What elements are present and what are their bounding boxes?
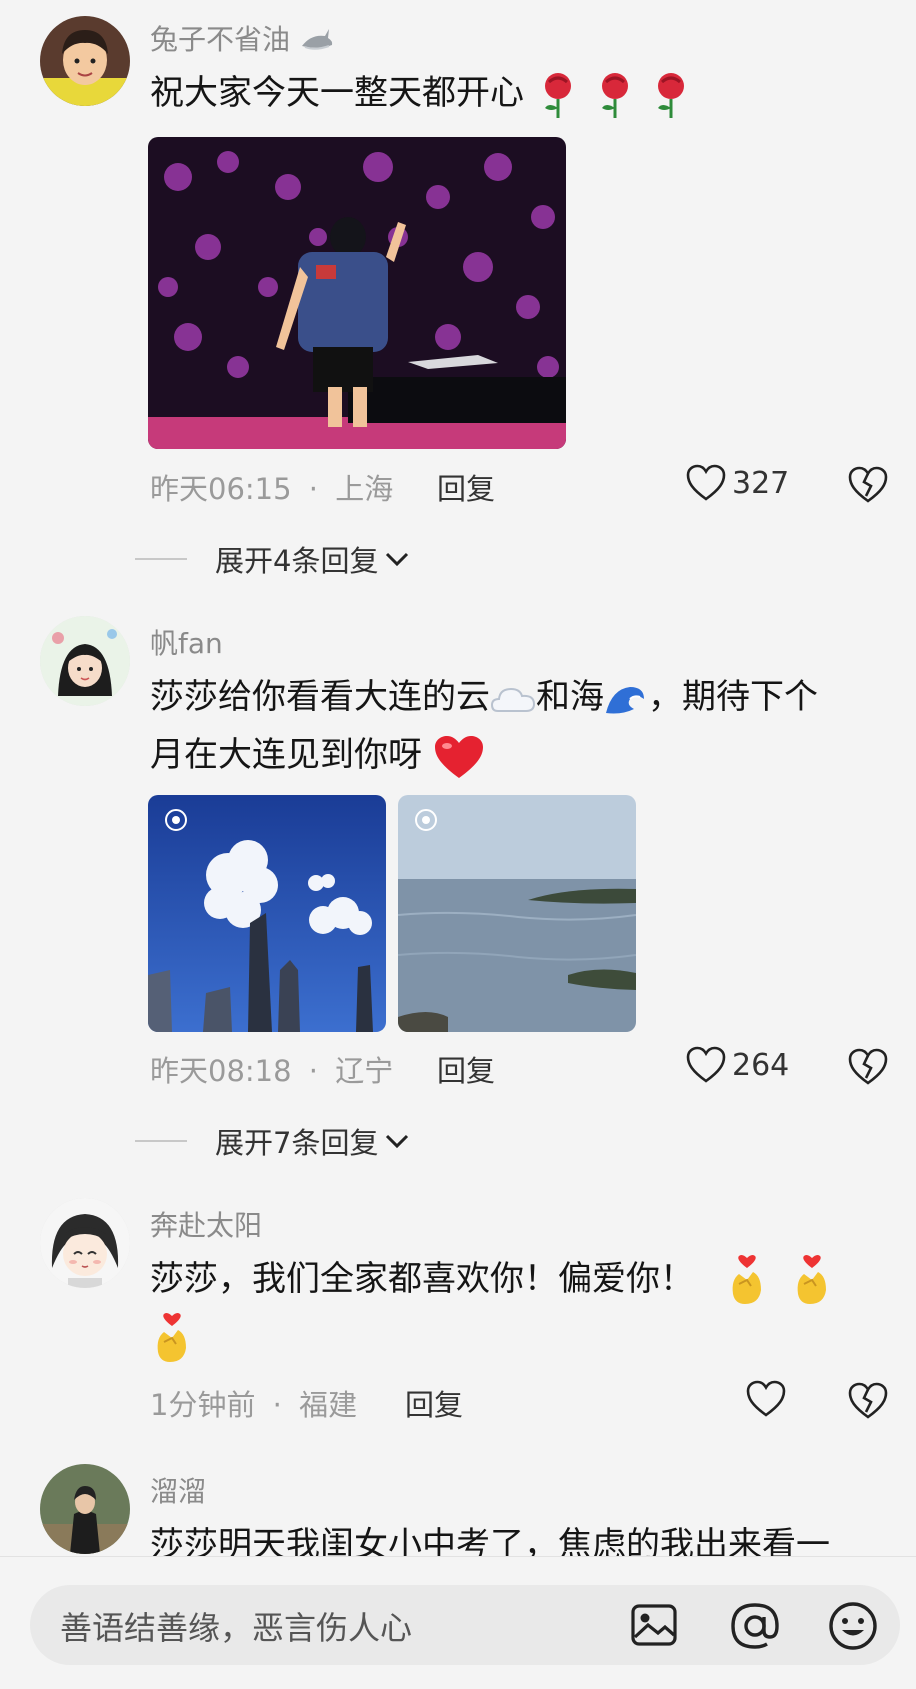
- finger-heart-icon: [732, 1254, 761, 1304]
- avatar[interactable]: [40, 16, 130, 106]
- comment-meta: 1分钟前 · 福建: [150, 1388, 358, 1422]
- heart-icon: [746, 1380, 786, 1417]
- like-button[interactable]: [746, 1380, 786, 1418]
- comment-input-bar: 善语结善缘，恶言伤人心: [0, 1556, 916, 1689]
- heart-icon: [686, 1046, 726, 1083]
- comment-text: 莎莎给你看看大连的云 和海 ，期待下个 月在大连见到你呀: [150, 668, 890, 784]
- like-count: 264: [732, 1047, 790, 1083]
- broken-heart-icon: [848, 1382, 888, 1419]
- rose-icon: [544, 72, 571, 118]
- image-icon[interactable]: [628, 1599, 680, 1651]
- avatar[interactable]: [40, 1198, 130, 1288]
- finger-heart-icon: [157, 1312, 186, 1362]
- finger-heart-icon: [797, 1254, 826, 1304]
- username[interactable]: 兔子不省油: [150, 18, 335, 58]
- dislike-button[interactable]: [848, 1048, 888, 1086]
- divider: [135, 1140, 187, 1142]
- comment-input-placeholder: 善语结善缘，恶言伤人心: [60, 1609, 413, 1647]
- username[interactable]: 奔赴太阳: [150, 1204, 262, 1244]
- like-button[interactable]: 327: [686, 464, 789, 502]
- chevron-down-icon: [386, 1134, 409, 1149]
- emoji-icon[interactable]: [826, 1599, 880, 1653]
- comment-meta: 昨天06:15 · 上海: [150, 472, 394, 506]
- comment-meta: 昨天08:18 · 辽宁: [150, 1054, 394, 1088]
- chevron-down-icon: [386, 552, 409, 567]
- username[interactable]: 帆fan: [150, 622, 223, 662]
- reply-button[interactable]: 回复: [405, 1382, 463, 1424]
- wave-icon: [606, 686, 644, 713]
- sky-photo[interactable]: [148, 795, 386, 1032]
- like-count: 327: [732, 465, 790, 501]
- dislike-button[interactable]: [848, 1382, 888, 1420]
- rose-icon: [601, 72, 628, 118]
- avatar[interactable]: [40, 616, 130, 706]
- broken-heart-icon: [848, 1048, 888, 1085]
- comment-text: 莎莎，我们全家都喜欢你！偏爱你！: [150, 1250, 890, 1366]
- reply-button[interactable]: 回复: [437, 1048, 495, 1090]
- at-icon[interactable]: [728, 1599, 782, 1653]
- expand-replies[interactable]: 展开4条回复: [135, 538, 412, 580]
- dislike-button[interactable]: [848, 466, 888, 504]
- sea-photo[interactable]: [398, 795, 636, 1032]
- shark-icon: [301, 29, 333, 50]
- like-button[interactable]: 264: [686, 1046, 789, 1084]
- avatar[interactable]: [40, 1464, 130, 1554]
- reply-button[interactable]: 回复: [437, 466, 495, 508]
- cloud-icon: [490, 687, 536, 712]
- comment-photo[interactable]: [148, 137, 566, 449]
- rose-icon: [658, 72, 685, 118]
- comment-input[interactable]: 善语结善缘，恶言伤人心: [30, 1585, 900, 1665]
- divider: [135, 558, 187, 560]
- comment-text: 祝大家今天一整天都开心: [150, 64, 890, 122]
- heart-icon: [686, 464, 726, 501]
- red-heart-icon: [434, 735, 483, 778]
- broken-heart-icon: [848, 466, 888, 503]
- username[interactable]: 溜溜: [150, 1470, 206, 1510]
- expand-replies[interactable]: 展开7条回复: [135, 1120, 412, 1162]
